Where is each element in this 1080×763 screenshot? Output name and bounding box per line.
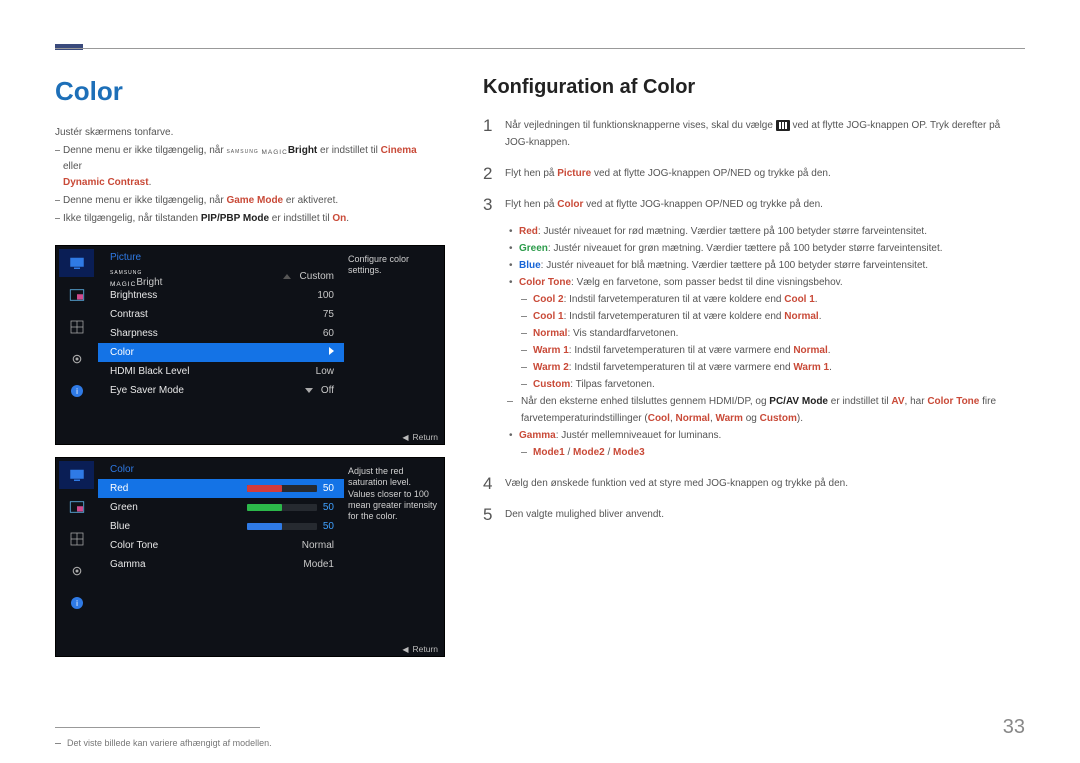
menu-icon bbox=[776, 120, 790, 131]
osd-row-brightness[interactable]: Brightness100 bbox=[98, 286, 344, 305]
sidebar-settings-icon[interactable] bbox=[59, 557, 94, 585]
sidebar-display-icon[interactable] bbox=[59, 313, 94, 341]
osd-row-red-selected[interactable]: Red 50 bbox=[98, 479, 344, 498]
osd-row-blue[interactable]: Blue 50 bbox=[98, 517, 344, 536]
osd-color-panel: i Color Red 50 Green 50 Blue 50 bbox=[55, 457, 445, 657]
footnote: Det viste billede kan variere afhængigt … bbox=[55, 738, 435, 748]
sidebar-picture-icon[interactable] bbox=[59, 461, 94, 489]
sidebar-info-icon[interactable]: i bbox=[59, 589, 94, 617]
sidebar-settings-icon[interactable] bbox=[59, 345, 94, 373]
osd-footer[interactable]: ◀Return bbox=[402, 432, 438, 442]
osd-title-2: Color bbox=[98, 458, 344, 479]
osd-row-colortone[interactable]: Color ToneNormal bbox=[98, 536, 344, 555]
sidebar-pip-icon[interactable] bbox=[59, 281, 94, 309]
step-4: 4 Vælg den ønskede funktion ved at styre… bbox=[483, 475, 1025, 492]
osd-row-bright[interactable]: SAMSUNGMAGICBright Custom bbox=[98, 267, 344, 286]
step-5: 5 Den valgte mulighed bliver anvendt. bbox=[483, 506, 1025, 523]
note-2: Denne menu er ikke tilgængelig, når Game… bbox=[55, 193, 435, 209]
osd-row-eyesaver[interactable]: Eye Saver Mode Off bbox=[98, 381, 344, 400]
page-number: 33 bbox=[1003, 716, 1025, 739]
osd-title: Picture bbox=[98, 246, 344, 267]
osd-footer-2[interactable]: ◀Return bbox=[402, 644, 438, 654]
osd-row-contrast[interactable]: Contrast75 bbox=[98, 305, 344, 324]
sidebar-picture-icon[interactable] bbox=[59, 249, 94, 277]
osd-row-hdmi[interactable]: HDMI Black LevelLow bbox=[98, 362, 344, 381]
intro-text: Justér skærmens tonfarve. bbox=[55, 125, 435, 141]
osd-row-sharpness[interactable]: Sharpness60 bbox=[98, 324, 344, 343]
svg-text:i: i bbox=[76, 387, 78, 396]
page-title-right: Konfiguration af Color bbox=[483, 76, 1025, 99]
osd-row-color-selected[interactable]: Color bbox=[98, 343, 344, 362]
sidebar-info-icon[interactable]: i bbox=[59, 377, 94, 405]
osd-tip-2: Adjust the red saturation level. Values … bbox=[348, 466, 438, 522]
sidebar-display-icon[interactable] bbox=[59, 525, 94, 553]
page-title-left: Color bbox=[55, 76, 435, 107]
svg-text:i: i bbox=[76, 599, 78, 608]
osd-sidebar: i bbox=[59, 249, 94, 405]
note-1: Denne menu er ikke tilgængelig, når SAMS… bbox=[55, 143, 435, 191]
step-1: 1 Når vejledningen til funktionsknappern… bbox=[483, 117, 1025, 151]
sidebar-pip-icon[interactable] bbox=[59, 493, 94, 521]
osd-tip: Configure color settings. bbox=[348, 254, 438, 277]
step-3: 3 Flyt hen på Color ved at flytte JOG-kn… bbox=[483, 196, 1025, 461]
step-2: 2 Flyt hen på Picture ved at flytte JOG-… bbox=[483, 165, 1025, 182]
osd-sidebar-2: i bbox=[59, 461, 94, 617]
osd-row-gamma[interactable]: GammaMode1 bbox=[98, 555, 344, 574]
note-3: Ikke tilgængelig, når tilstanden PIP/PBP… bbox=[55, 211, 435, 227]
osd-row-green[interactable]: Green 50 bbox=[98, 498, 344, 517]
footnote-rule bbox=[55, 727, 260, 728]
osd-picture-panel: i Picture SAMSUNGMAGICBright Custom Brig… bbox=[55, 245, 445, 445]
